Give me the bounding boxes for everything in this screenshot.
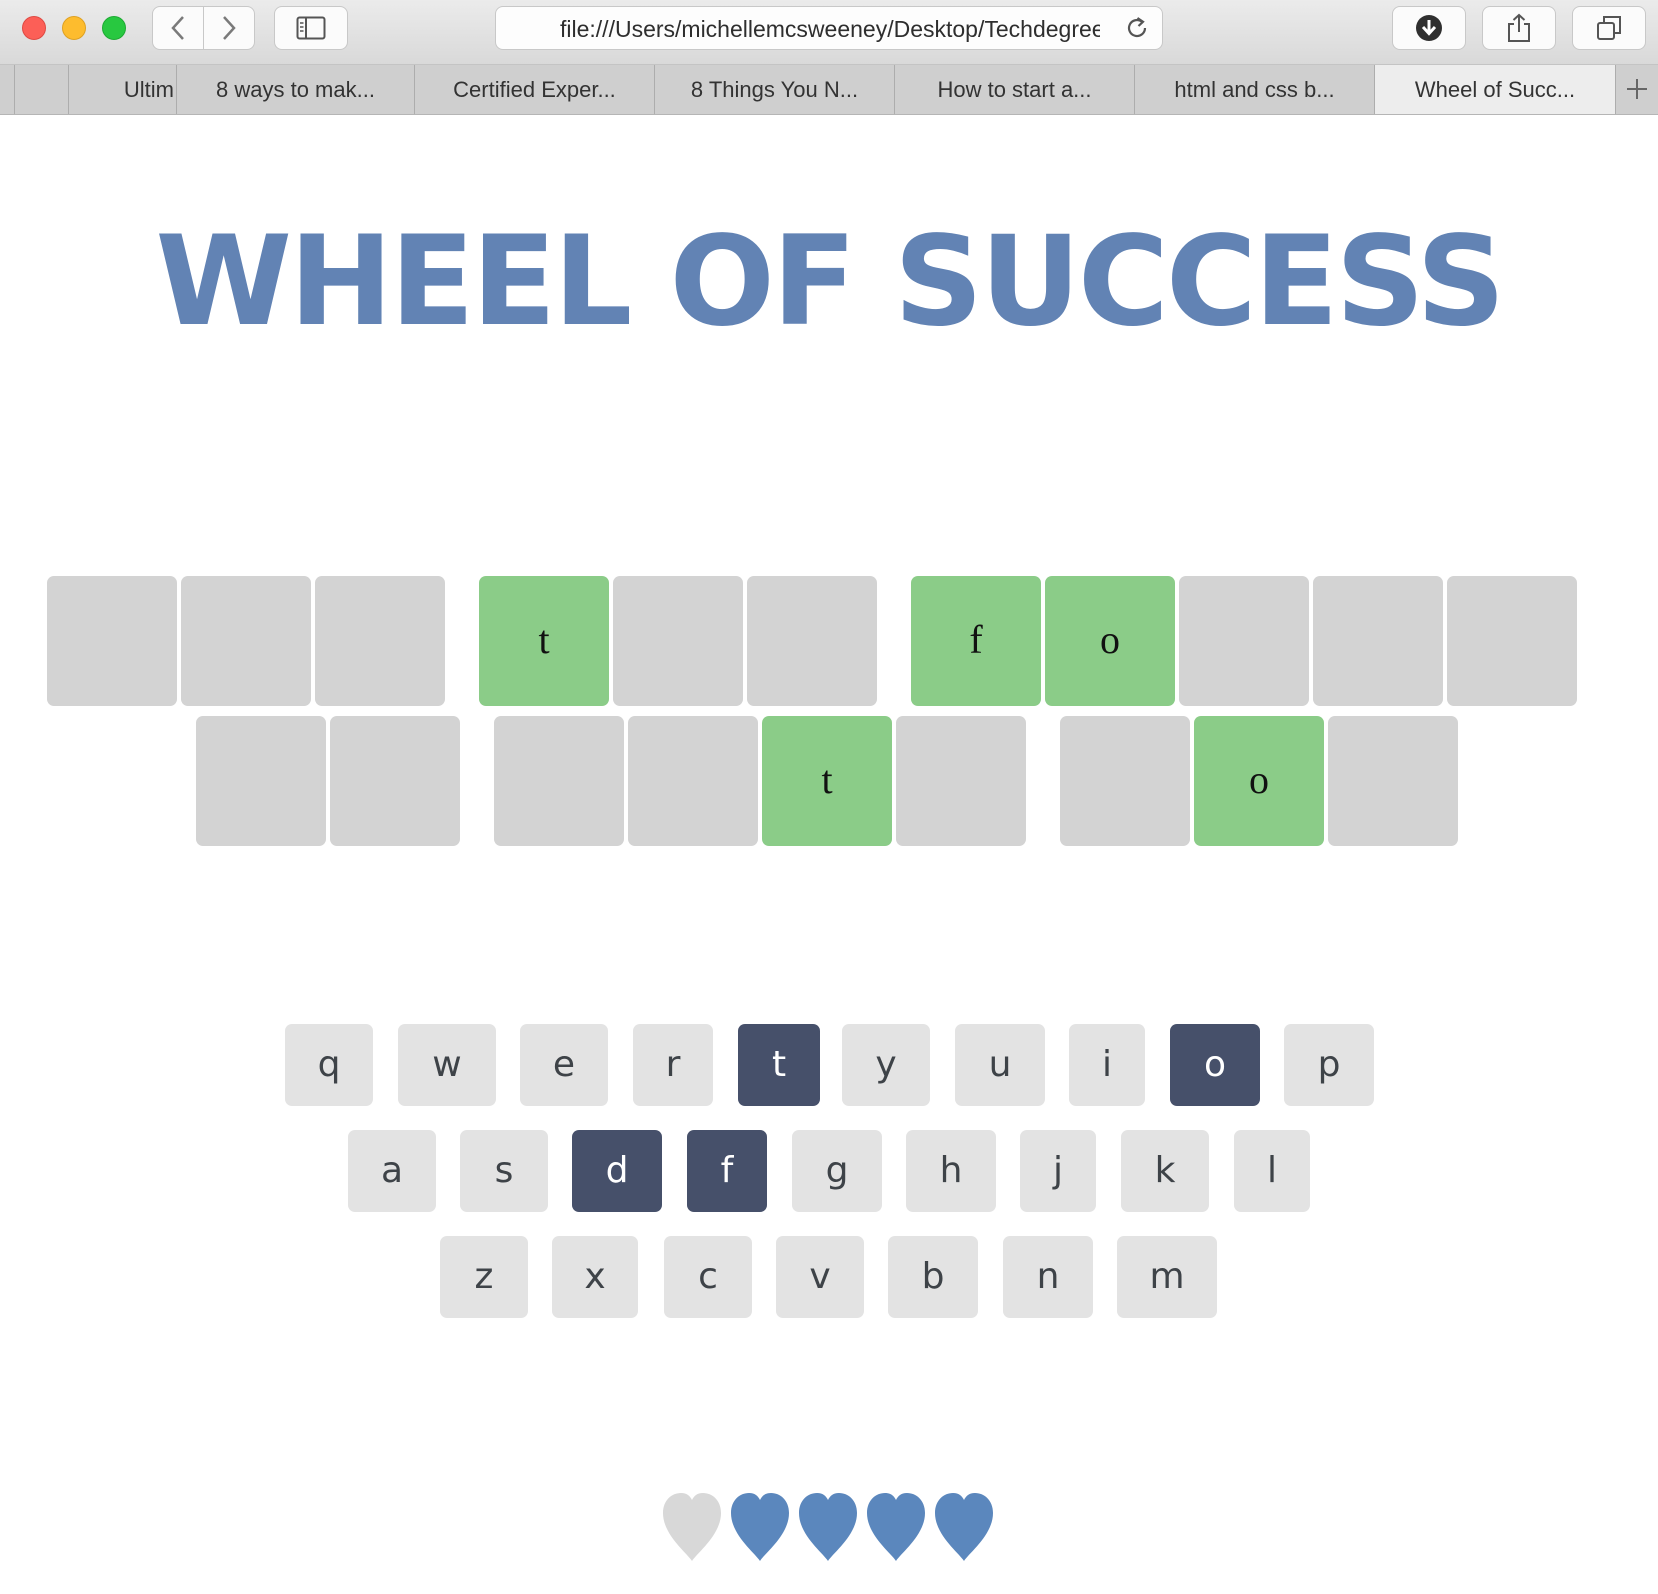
tab-label: How to start a...	[937, 77, 1092, 102]
tab-label: html and css b...	[1174, 77, 1335, 102]
plus-icon	[1627, 79, 1647, 99]
tab-bar: Ultim 8 ways to mak... Certified Exper..…	[0, 65, 1658, 115]
tab-label: 8 ways to mak...	[216, 77, 375, 102]
letter-tile-revealed: t	[762, 716, 892, 846]
key-y[interactable]: y	[842, 1024, 930, 1106]
share-button[interactable]	[1482, 6, 1556, 50]
key-b[interactable]: b	[888, 1236, 978, 1318]
sidebar-icon	[296, 16, 326, 40]
tab-wheel-of-success[interactable]: Wheel of Succ...	[1374, 65, 1615, 114]
letter-tile-hidden	[1328, 716, 1458, 846]
key-l[interactable]: l	[1234, 1130, 1310, 1212]
letter-tile-hidden	[1179, 576, 1309, 706]
key-a[interactable]: a	[348, 1130, 436, 1212]
forward-button[interactable]	[203, 6, 255, 50]
tab-8-things[interactable]: 8 Things You N...	[654, 65, 894, 114]
tab-pinned[interactable]	[14, 65, 68, 114]
key-c[interactable]: c	[664, 1236, 752, 1318]
address-bar[interactable]: file:///Users/michellemcsweeney/Desktop/…	[495, 6, 1163, 50]
tab-label: Ultim	[123, 77, 174, 102]
letter-tile-hidden	[196, 716, 326, 846]
key-h[interactable]: h	[906, 1130, 996, 1212]
heart-live-icon	[935, 1493, 993, 1561]
heart-live-icon	[731, 1493, 789, 1561]
game-title: WHEEL OF SUCCESS	[155, 210, 1505, 354]
letter-tile-hidden	[613, 576, 743, 706]
letter-tile-revealed: o	[1194, 716, 1324, 846]
letter-tile-hidden	[330, 716, 460, 846]
tab-how-to-start[interactable]: How to start a...	[894, 65, 1134, 114]
key-w[interactable]: w	[398, 1024, 496, 1106]
key-x[interactable]: x	[552, 1236, 638, 1318]
key-r[interactable]: r	[633, 1024, 713, 1106]
tabs-overview-icon	[1597, 16, 1621, 40]
letter-tile-hidden	[747, 576, 877, 706]
letter-tile-hidden	[1313, 576, 1443, 706]
zoom-window-button[interactable]	[102, 16, 126, 40]
share-icon	[1508, 13, 1530, 42]
tab-certified-expert[interactable]: Certified Exper...	[414, 65, 654, 114]
downloads-button[interactable]	[1392, 6, 1466, 50]
key-f[interactable]: f	[687, 1130, 767, 1212]
download-icon	[1416, 15, 1442, 41]
key-k[interactable]: k	[1121, 1130, 1209, 1212]
chevron-right-icon	[223, 16, 236, 40]
key-d[interactable]: d	[572, 1130, 662, 1212]
back-button[interactable]	[152, 6, 204, 50]
letter-tile-hidden	[47, 576, 177, 706]
heart-lost-icon	[663, 1493, 721, 1561]
tab-ultim[interactable]: Ultim	[68, 65, 176, 114]
key-i[interactable]: i	[1069, 1024, 1145, 1106]
key-t[interactable]: t	[738, 1024, 820, 1106]
close-window-button[interactable]	[22, 16, 46, 40]
heart-live-icon	[867, 1493, 925, 1561]
sidebar-button[interactable]	[274, 6, 348, 50]
url-text: file:///Users/michellemcsweeney/Desktop/…	[560, 16, 1100, 42]
chevron-left-icon	[171, 16, 184, 40]
reload-icon[interactable]	[1124, 15, 1150, 41]
key-z[interactable]: z	[440, 1236, 528, 1318]
key-g[interactable]: g	[792, 1130, 882, 1212]
show-tabs-button[interactable]	[1572, 6, 1646, 50]
key-n[interactable]: n	[1003, 1236, 1093, 1318]
heart-live-icon	[799, 1493, 857, 1561]
tab-label: Wheel of Succ...	[1414, 77, 1576, 102]
tab-8-ways[interactable]: 8 ways to mak...	[176, 65, 414, 114]
tab-html-css[interactable]: html and css b...	[1134, 65, 1374, 114]
letter-tile-hidden	[896, 716, 1026, 846]
key-u[interactable]: u	[955, 1024, 1045, 1106]
key-o[interactable]: o	[1170, 1024, 1260, 1106]
letter-tile-hidden	[1060, 716, 1190, 846]
key-q[interactable]: q	[285, 1024, 373, 1106]
tab-label: Certified Exper...	[453, 77, 616, 102]
letter-tile-hidden	[1447, 576, 1577, 706]
new-tab-button[interactable]	[1615, 65, 1658, 114]
letter-tile-hidden	[315, 576, 445, 706]
key-j[interactable]: j	[1020, 1130, 1096, 1212]
key-s[interactable]: s	[460, 1130, 548, 1212]
letter-tile-revealed: f	[911, 576, 1041, 706]
letter-tile-revealed: o	[1045, 576, 1175, 706]
key-p[interactable]: p	[1284, 1024, 1374, 1106]
key-v[interactable]: v	[776, 1236, 864, 1318]
letter-tile-hidden	[494, 716, 624, 846]
key-e[interactable]: e	[520, 1024, 608, 1106]
tab-label: 8 Things You N...	[690, 77, 859, 102]
browser-toolbar: file:///Users/michellemcsweeney/Desktop/…	[0, 0, 1658, 65]
letter-tile-revealed: t	[479, 576, 609, 706]
key-m[interactable]: m	[1117, 1236, 1217, 1318]
letter-tile-hidden	[628, 716, 758, 846]
minimize-window-button[interactable]	[62, 16, 86, 40]
letter-tile-hidden	[181, 576, 311, 706]
